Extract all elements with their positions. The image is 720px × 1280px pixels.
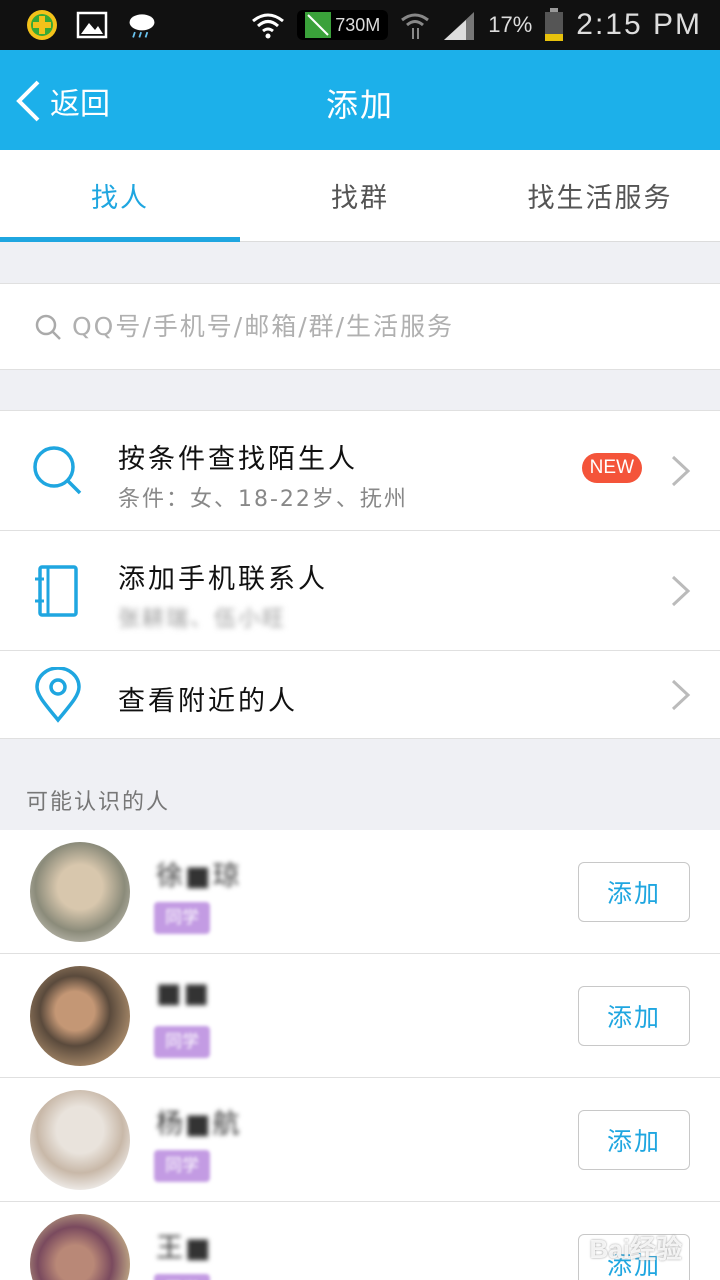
clock: 2:15 PM bbox=[576, 8, 702, 41]
tab-find-services[interactable]: 找生活服务 bbox=[480, 150, 720, 241]
signal-icon bbox=[444, 12, 475, 40]
person-name: 王■ bbox=[156, 1233, 213, 1264]
relation-tag: 同学 bbox=[154, 1026, 210, 1058]
chevron-right-icon bbox=[671, 679, 691, 711]
option-title: 按条件查找陌生人 bbox=[118, 444, 358, 475]
title-bar: 返回 添加 bbox=[0, 50, 720, 150]
avatar[interactable] bbox=[30, 966, 130, 1066]
network-speed: 730M bbox=[297, 10, 389, 40]
option-add-contacts[interactable]: 添加手机联系人 张耕瑞、伍小旺 bbox=[0, 531, 720, 651]
list-item[interactable]: 杨■航 同学 添加 bbox=[0, 1078, 720, 1202]
chevron-right-icon bbox=[671, 575, 691, 607]
search-input[interactable] bbox=[72, 312, 720, 341]
person-name: 杨■航 bbox=[156, 1109, 242, 1140]
watermark: Bai经验 bbox=[589, 1234, 682, 1264]
wifi-data-icon bbox=[401, 13, 430, 39]
app-plus-icon bbox=[27, 10, 57, 40]
contacts-book-icon bbox=[35, 565, 78, 617]
option-subtitle: 张耕瑞、伍小旺 bbox=[118, 607, 287, 632]
relation-tag: 同学 bbox=[154, 902, 210, 934]
add-button[interactable]: 添加 bbox=[578, 986, 690, 1046]
add-button[interactable]: 添加 bbox=[578, 1110, 690, 1170]
relation-tag: 同学 bbox=[154, 1150, 210, 1182]
battery-icon bbox=[545, 8, 564, 41]
avatar[interactable] bbox=[30, 1214, 130, 1280]
search-icon bbox=[35, 314, 61, 340]
notification-icons bbox=[26, 9, 158, 41]
mute-icon bbox=[305, 12, 332, 38]
person-name: ■■ bbox=[156, 978, 212, 1009]
location-pin-icon bbox=[35, 667, 81, 723]
option-filter-strangers[interactable]: 按条件查找陌生人 条件：女、18-22岁、抚州 NEW bbox=[0, 411, 720, 531]
avatar[interactable] bbox=[30, 842, 130, 942]
may-know-list: 徐■琼 同学 添加 ■■ 同学 添加 杨■航 同学 添加 王■ 同学 添加 bbox=[0, 830, 720, 1280]
list-item[interactable]: 徐■琼 同学 添加 bbox=[0, 830, 720, 954]
option-nearby-people[interactable]: 查看附近的人 bbox=[0, 651, 720, 739]
person-name: 徐■琼 bbox=[156, 861, 242, 892]
option-title: 查看附近的人 bbox=[118, 686, 298, 717]
system-status: 730M 17% 2:15 PM bbox=[251, 0, 702, 50]
list-item[interactable]: ■■ 同学 添加 bbox=[0, 954, 720, 1078]
new-badge: NEW bbox=[581, 453, 642, 483]
option-subtitle: 条件：女、18-22岁、抚州 bbox=[118, 487, 408, 512]
image-icon bbox=[76, 11, 108, 39]
weather-rain-icon bbox=[129, 14, 155, 38]
page-title: 添加 bbox=[325, 86, 394, 124]
wifi-icon bbox=[252, 13, 285, 39]
section-label-may-know: 可能认识的人 bbox=[26, 790, 171, 815]
chevron-right-icon bbox=[671, 455, 691, 487]
add-button[interactable]: 添加 bbox=[578, 862, 690, 922]
status-bar: 730M 17% 2:15 PM bbox=[0, 0, 720, 50]
tab-find-groups[interactable]: 找群 bbox=[240, 150, 480, 241]
tab-find-people[interactable]: 找人 bbox=[0, 150, 240, 242]
find-options-list: 按条件查找陌生人 条件：女、18-22岁、抚州 NEW 添加手机联系人 张耕瑞、… bbox=[0, 410, 720, 739]
search-icon bbox=[33, 446, 82, 495]
option-title: 添加手机联系人 bbox=[118, 564, 328, 595]
battery-percent: 17% bbox=[488, 12, 533, 37]
search-bar bbox=[0, 283, 720, 370]
avatar[interactable] bbox=[30, 1090, 130, 1190]
speed-text: 730M bbox=[335, 14, 381, 35]
relation-tag: 同学 bbox=[154, 1274, 210, 1280]
tab-bar: 找人 找群 找生活服务 bbox=[0, 150, 720, 242]
